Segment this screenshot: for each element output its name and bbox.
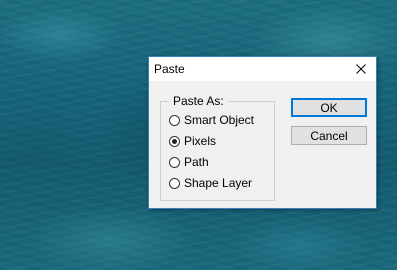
ok-button[interactable]: OK (291, 98, 367, 117)
dialog-body: Paste As: Smart Object Pixels Path Shape… (149, 81, 376, 208)
paste-as-label: Paste As: (169, 94, 228, 108)
close-button[interactable] (346, 57, 376, 81)
radio-label: Shape Layer (184, 176, 253, 190)
radio-button[interactable] (169, 156, 180, 168)
radio-label: Path (184, 155, 209, 169)
radio-path[interactable]: Path (169, 153, 209, 171)
cancel-button[interactable]: Cancel (291, 126, 367, 145)
paste-dialog: Paste Paste As: Smart Object Pixels Path (148, 56, 377, 209)
radio-button[interactable] (169, 114, 180, 126)
radio-button[interactable] (169, 177, 180, 189)
radio-selected-dot (172, 138, 177, 144)
close-icon (356, 64, 366, 74)
radio-pixels[interactable]: Pixels (169, 132, 216, 150)
radio-smart-object[interactable]: Smart Object (169, 111, 254, 129)
dialog-titlebar[interactable]: Paste (149, 57, 376, 81)
radio-label: Pixels (184, 134, 217, 148)
radio-shape-layer[interactable]: Shape Layer (169, 174, 252, 192)
radio-label: Smart Object (184, 113, 255, 127)
radio-button[interactable] (169, 135, 180, 147)
dialog-title: Paste (154, 62, 185, 76)
